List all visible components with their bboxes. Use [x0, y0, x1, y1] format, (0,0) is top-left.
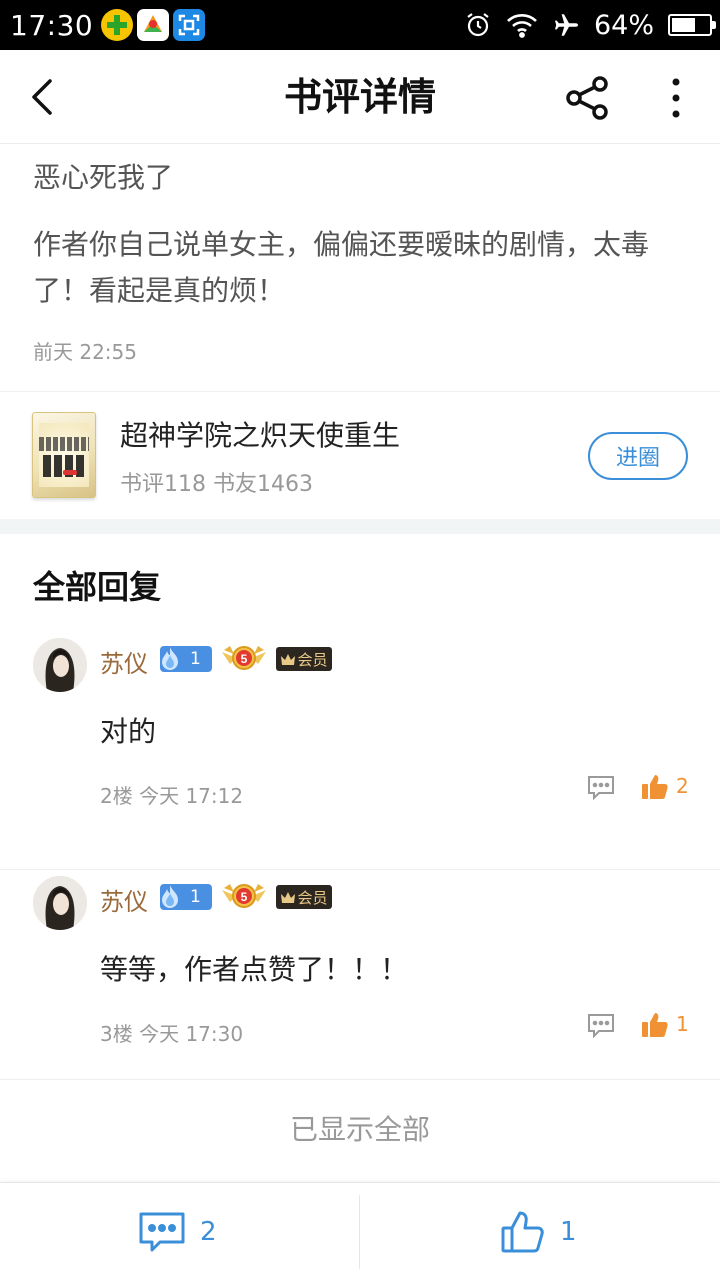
status-bar: 17:30 64%: [0, 0, 720, 50]
share-button[interactable]: [564, 74, 612, 122]
replies-heading: 全部回复: [33, 568, 162, 606]
avatar[interactable]: [33, 638, 87, 692]
book-stats: 书评118 书友1463: [120, 472, 313, 497]
rank-badge: 5: [222, 640, 266, 676]
like-count: 1: [560, 1217, 577, 1247]
share-icon: [566, 76, 608, 120]
fan-level-badge: 1: [160, 884, 212, 910]
scanner-app-icon: [173, 9, 206, 41]
vip-badge: 会员: [276, 647, 332, 671]
section-divider: [0, 519, 720, 534]
airplane-icon: [554, 14, 578, 36]
status-time: 17:30: [10, 8, 94, 42]
more-options-button[interactable]: [660, 74, 692, 122]
avatar[interactable]: [33, 876, 87, 930]
reply-like-count: 2: [676, 774, 689, 798]
like-button[interactable]: 1: [500, 1183, 577, 1280]
reply-text: 对的: [100, 715, 157, 748]
flame-icon: [162, 885, 178, 908]
top-app-bar: 书评详情: [0, 50, 720, 144]
svg-text:5: 5: [241, 890, 248, 904]
crown-icon: [281, 653, 296, 665]
join-circle-button[interactable]: 进圈: [588, 432, 688, 480]
book-cover: [32, 412, 96, 498]
comment-icon: [588, 1014, 614, 1039]
crown-icon: [281, 891, 296, 903]
fan-level-badge: 1: [160, 646, 212, 672]
comment-icon: [588, 776, 614, 801]
thumbs-up-filled-icon: [642, 1013, 668, 1037]
book-title: 超神学院之炽天使重生: [120, 419, 401, 452]
book-card[interactable]: 超神学院之炽天使重生 书评118 书友1463 进圈: [0, 391, 720, 519]
username[interactable]: 苏仪: [100, 882, 148, 917]
review-body: 作者你自己说单女主，偏偏还要暧昧的剧情，太毒了！看起是真的烦！: [33, 228, 650, 307]
username[interactable]: 苏仪: [100, 644, 148, 679]
battery-percent: 64%: [593, 9, 654, 41]
flame-icon: [162, 647, 178, 670]
thumbs-up-filled-icon: [642, 775, 668, 799]
review-timestamp: 前天 22:55: [33, 340, 137, 364]
reply-comment-button[interactable]: [586, 772, 616, 802]
comment-button[interactable]: 2: [138, 1183, 217, 1280]
app-store-icon: [137, 9, 170, 41]
bottom-divider: [359, 1195, 360, 1269]
review-title: 恶心死我了: [33, 161, 174, 194]
all-shown-label: 已显示全部: [289, 1113, 430, 1146]
rank-badge: 5: [222, 878, 266, 914]
reply-comment-button[interactable]: [586, 1010, 616, 1040]
bottom-action-bar: 2 1: [0, 1182, 720, 1280]
reply-item: 苏仪 1 5 会员 等等，作者点赞了！！！ 3楼 今天 17:30 1: [0, 870, 720, 1080]
comment-count: 2: [200, 1217, 217, 1247]
page-title: 书评详情: [283, 74, 436, 119]
vip-badge: 会员: [276, 885, 332, 909]
reply-like-count: 1: [676, 1012, 689, 1036]
security-app-icon: [101, 9, 134, 41]
svg-text:5: 5: [241, 652, 248, 666]
reply-like-button[interactable]: [640, 1010, 670, 1040]
reply-meta: 3楼 今天 17:30: [100, 1022, 244, 1046]
reply-text: 等等，作者点赞了！！！: [100, 953, 409, 986]
comment-icon: [139, 1212, 185, 1252]
wifi-icon: [507, 14, 537, 38]
battery-icon: [668, 14, 716, 36]
reply-item: 苏仪 1 5 会员 对的 2楼 今天 17:12 2: [0, 632, 720, 870]
reply-meta: 2楼 今天 17:12: [100, 784, 244, 808]
thumbs-up-icon: [501, 1211, 544, 1253]
alarm-icon: [467, 13, 489, 37]
notification-icons: [101, 9, 206, 41]
more-vertical-icon: [672, 78, 680, 118]
reply-like-button[interactable]: [640, 772, 670, 802]
